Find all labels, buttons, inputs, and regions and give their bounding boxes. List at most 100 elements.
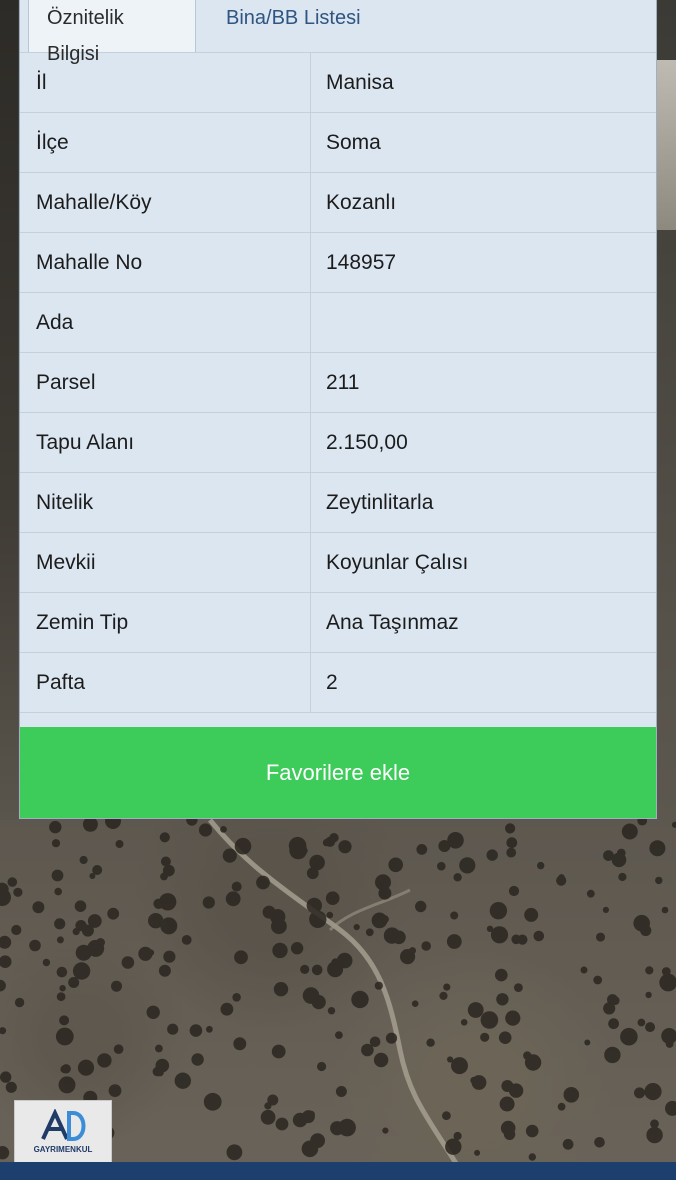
tree-canopy — [620, 1027, 638, 1046]
parcel-info-panel: Öznitelik Bilgisi Bina/BB Listesi İl Mani… — [20, 0, 656, 818]
tab-attribute-info[interactable]: Öznitelik Bilgisi — [28, 0, 196, 65]
tree-canopy — [604, 1046, 621, 1064]
tree-canopy — [608, 1018, 619, 1030]
tree-canopy — [593, 975, 603, 985]
tree-canopy — [163, 950, 176, 963]
tree-canopy — [633, 914, 650, 932]
tree-canopy — [59, 1015, 70, 1026]
tree-canopy — [525, 1124, 539, 1138]
tree-canopy — [322, 838, 331, 847]
tree-canopy — [231, 881, 242, 892]
tree-canopy — [56, 936, 64, 944]
tree-canopy — [650, 1119, 659, 1129]
attribute-label: Tapu Alanı — [36, 431, 135, 454]
tree-canopy — [361, 1043, 374, 1057]
tree-canopy — [206, 1025, 213, 1033]
tree-canopy — [181, 935, 192, 945]
tree-canopy — [169, 1026, 178, 1035]
logo-mark-icon — [41, 1109, 86, 1141]
column-divider — [310, 53, 311, 113]
tree-canopy — [385, 1032, 398, 1044]
tree-canopy — [506, 847, 517, 858]
tree-canopy — [61, 1064, 71, 1074]
tree-canopy — [82, 816, 98, 832]
tree-canopy — [220, 1002, 234, 1016]
tree-canopy — [0, 888, 11, 906]
tree-canopy — [524, 1054, 542, 1071]
tree-canopy — [7, 1086, 14, 1093]
tab-building-list[interactable]: Bina/BB Listesi — [208, 0, 379, 52]
tree-canopy — [225, 891, 241, 907]
tree-canopy — [645, 991, 652, 999]
tree-canopy — [621, 823, 638, 840]
column-divider — [310, 233, 311, 293]
attribute-label: Nitelik — [36, 491, 94, 514]
tree-canopy — [275, 1117, 289, 1131]
tree-canopy — [450, 911, 459, 920]
tree-canopy — [335, 1031, 343, 1039]
tree-canopy — [0, 935, 12, 949]
tree-canopy — [594, 1137, 605, 1148]
tree-canopy — [439, 991, 448, 1001]
tree-canopy — [311, 995, 326, 1010]
attribute-label: Mevkii — [36, 551, 96, 574]
attribute-label: Ada — [36, 311, 74, 334]
tree-canopy — [189, 1024, 203, 1037]
tree-canopy — [426, 1038, 435, 1047]
tree-canopy — [659, 973, 676, 992]
tree-canopy — [596, 932, 605, 942]
tree-canopy — [113, 1044, 124, 1054]
attribute-label: İl — [36, 71, 47, 94]
add-to-favorites-button[interactable]: Favorilere ekle — [20, 727, 656, 818]
attribute-label: Mahalle/Köy — [36, 191, 152, 214]
tree-canopy — [51, 869, 64, 882]
tree-canopy — [7, 877, 18, 887]
tree-canopy — [325, 891, 340, 905]
tree-canopy — [460, 1019, 468, 1026]
tree-canopy — [442, 1111, 451, 1121]
tree-canopy — [447, 832, 464, 849]
tree-canopy — [234, 950, 248, 965]
tree-canopy — [202, 896, 215, 909]
bottom-bar — [0, 1162, 676, 1180]
tree-canopy — [415, 900, 427, 913]
tree-canopy — [645, 1022, 656, 1033]
tree-canopy — [618, 872, 627, 882]
tree-canopy — [203, 1092, 222, 1111]
tree-canopy — [14, 997, 25, 1008]
tree-canopy — [533, 930, 545, 942]
tree-canopy — [453, 873, 462, 882]
tree-canopy — [563, 1087, 580, 1103]
tree-canopy — [311, 964, 323, 976]
table-row: İl Manisa — [20, 53, 656, 113]
tree-canopy — [338, 1118, 356, 1137]
tree-canopy — [72, 962, 91, 980]
tree-canopy — [505, 1010, 521, 1026]
tree-canopy — [646, 1126, 663, 1144]
attribute-label: Mahalle No — [36, 251, 143, 274]
map-edge-left — [0, 0, 18, 820]
attribute-value: Ana Taşınmaz — [326, 611, 459, 634]
tree-canopy — [290, 942, 304, 955]
tree-canopy — [338, 840, 352, 854]
tree-canopy — [602, 906, 610, 914]
tree-canopy — [162, 864, 175, 877]
tree-canopy — [467, 1002, 484, 1018]
tree-canopy — [0, 979, 6, 992]
tree-canopy — [160, 917, 178, 935]
tree-canopy — [471, 1075, 487, 1090]
tree-canopy — [300, 964, 310, 975]
tree-canopy — [524, 907, 539, 922]
tree-canopy — [29, 939, 41, 952]
attribute-value: 2.150,00 — [326, 431, 408, 454]
tree-canopy — [537, 861, 545, 870]
tree-canopy — [671, 821, 676, 828]
tree-canopy — [580, 966, 588, 974]
tree-canopy — [498, 1031, 512, 1044]
tree-canopy — [382, 1127, 389, 1134]
tree-canopy — [388, 857, 404, 873]
tree-canopy — [421, 941, 432, 951]
tree-canopy — [489, 902, 508, 920]
tree-canopy — [191, 1053, 204, 1066]
table-row: Zemin Tip Ana Taşınmaz — [20, 593, 656, 653]
